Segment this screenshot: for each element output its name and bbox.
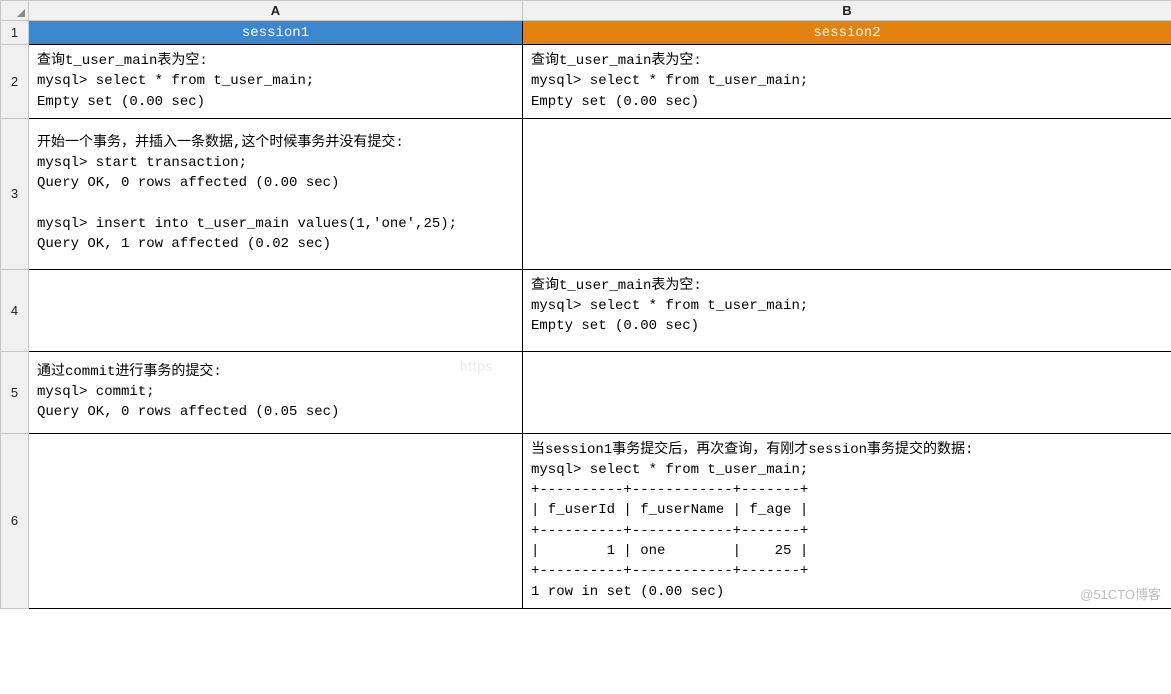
cell-A3[interactable]: 开始一个事务，并插入一条数据,这个时候事务并没有提交: mysql> start…	[29, 118, 523, 269]
cell-B4[interactable]: 查询t_user_main表为空: mysql> select * from t…	[523, 269, 1171, 351]
row-header-1[interactable]: 1	[1, 21, 29, 45]
spreadsheet-view[interactable]: A B 1 session1 session2 2 查询t_user_main表…	[0, 0, 1171, 609]
cell-B3[interactable]	[523, 118, 1171, 269]
cell-A2[interactable]: 查询t_user_main表为空: mysql> select * from t…	[29, 45, 523, 119]
cell-A5[interactable]: 通过commit进行事务的提交: mysql> commit; Query OK…	[29, 351, 523, 433]
row-header-3[interactable]: 3	[1, 118, 29, 269]
row-header-2[interactable]: 2	[1, 45, 29, 119]
column-header-A[interactable]: A	[29, 1, 523, 21]
cell-A4[interactable]	[29, 269, 523, 351]
row-header-6[interactable]: 6	[1, 433, 29, 608]
cell-A1-session1-header[interactable]: session1	[29, 21, 523, 45]
column-header-B[interactable]: B	[523, 1, 1171, 21]
cell-B2[interactable]: 查询t_user_main表为空: mysql> select * from t…	[523, 45, 1171, 119]
cell-B1-session2-header[interactable]: session2	[523, 21, 1171, 45]
cell-B5[interactable]	[523, 351, 1171, 433]
select-all-corner[interactable]	[1, 1, 29, 21]
cell-A6[interactable]	[29, 433, 523, 608]
row-header-5[interactable]: 5	[1, 351, 29, 433]
spreadsheet-table: A B 1 session1 session2 2 查询t_user_main表…	[0, 0, 1171, 609]
row-header-4[interactable]: 4	[1, 269, 29, 351]
cell-B6[interactable]: 当session1事务提交后，再次查询，有刚才session事务提交的数据: m…	[523, 433, 1171, 608]
